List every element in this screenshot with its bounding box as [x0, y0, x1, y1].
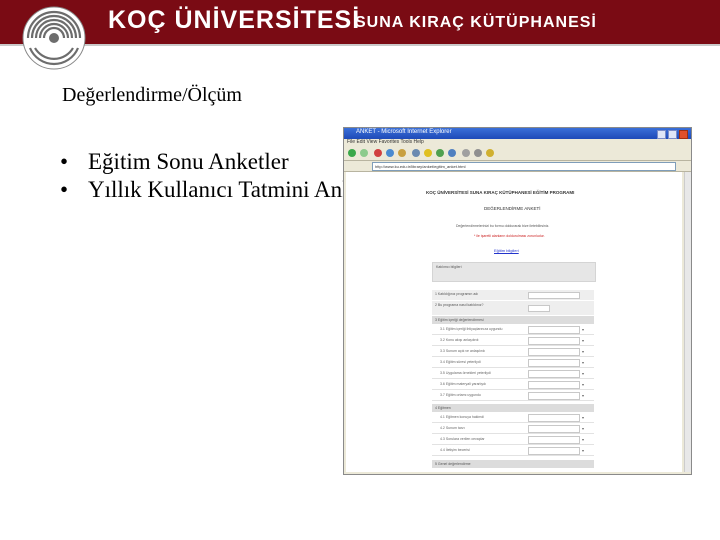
chevron-down-icon: ▾ — [582, 393, 585, 398]
rating-label: 4.1 Eğitmen konuya hakimdi — [440, 415, 484, 419]
rating-label: 3.5 Uygulama örnekleri yeterliydi — [440, 371, 491, 375]
favorites-icon — [424, 149, 432, 157]
rating-select — [528, 436, 580, 444]
maximize-icon — [668, 130, 677, 139]
rating-row: 4.4 İletişim becerisi ▾ — [432, 446, 594, 456]
question-row: 1 Katıldığınız programın adı — [432, 290, 594, 300]
university-logo-icon — [22, 6, 86, 70]
rating-select — [528, 337, 580, 345]
section-header: 3 Eğitim içeriği değerlendirmesi — [432, 316, 594, 324]
address-field: http://www.ku.edu.tr/library/anket/egiti… — [372, 162, 676, 171]
form-note: Değerlendirmelerinizi bu formu doldurara… — [456, 224, 550, 228]
browser-screenshot: ANKET - Microsoft Internet Explorer File… — [343, 127, 692, 475]
form-subtitle: DEĞERLENDİRME ANKETİ — [484, 206, 541, 211]
slide-title: Değerlendirme/Ölçüm — [62, 84, 242, 106]
browser-toolbar — [344, 146, 691, 161]
rating-row: 3.5 Uygulama örnekleri yeterliydi ▾ — [432, 369, 594, 379]
rating-label: 3.4 Eğitim süresi yeterliydi — [440, 360, 481, 364]
question-row: 2 Bu programa nasıl katıldınız? — [432, 301, 594, 315]
stop-icon — [374, 149, 382, 157]
rating-label: 3.6 Eğitim materyali yararlıydı — [440, 382, 487, 386]
chevron-down-icon: ▾ — [582, 360, 585, 365]
section-header: 4 Eğitmen — [432, 404, 594, 412]
search-icon — [412, 149, 420, 157]
chevron-down-icon: ▾ — [582, 338, 585, 343]
section-label: 3 Eğitim içeriği değerlendirmesi — [435, 318, 484, 322]
rating-label: 4.4 İletişim becerisi — [440, 448, 470, 452]
chevron-down-icon: ▾ — [582, 415, 585, 420]
rating-row: 4.2 Sunum tarzı ▾ — [432, 424, 594, 434]
rating-select — [528, 425, 580, 433]
scrollbar — [684, 172, 691, 472]
chevron-down-icon: ▾ — [582, 327, 585, 332]
participant-panel: Katılımcı bilgileri — [432, 262, 596, 282]
window-buttons — [657, 130, 688, 139]
rating-label: 4.3 Sorulara verilen cevaplar — [440, 437, 485, 441]
question-select — [528, 305, 550, 312]
section-header: 5 Genel değerlendirme — [432, 460, 594, 468]
rating-row: 3.6 Eğitim materyali yararlıydı ▾ — [432, 380, 594, 390]
rating-select — [528, 348, 580, 356]
back-icon — [348, 149, 356, 157]
question-label: 1 Katıldığınız programın adı — [435, 292, 479, 296]
rating-select — [528, 370, 580, 378]
rating-row: 3.4 Eğitim süresi yeterliydi ▾ — [432, 358, 594, 368]
rating-row: 3.3 Sunum açık ve anlaşılırdı ▾ — [432, 347, 594, 357]
section-label: 4 Eğitmen — [435, 406, 451, 410]
chevron-down-icon: ▾ — [582, 371, 585, 376]
window-title: ANKET - Microsoft Internet Explorer — [356, 129, 452, 135]
page-content: KOÇ ÜNİVERSİTESİ SUNA KIRAÇ KÜTÜPHANESİ … — [346, 172, 682, 472]
question-label: 2 Bu programa nasıl katıldınız? — [435, 303, 484, 307]
chevron-down-icon: ▾ — [582, 437, 585, 442]
form-link: Eğitim bilgileri — [494, 248, 519, 253]
rating-label: 3.1 Eğitim içeriği ihtiyaçlarınıza uygun… — [440, 327, 503, 331]
rating-label: 4.2 Sunum tarzı — [440, 426, 465, 430]
rating-select — [528, 392, 580, 400]
form-required-note: * ile işaretli alanların doldurulması zo… — [474, 234, 545, 238]
library-name: SUNA KIRAÇ KÜTÜPHANESİ — [355, 14, 597, 31]
rating-select — [528, 381, 580, 389]
rating-label: 3.7 Eğitim ortamı uygundu — [440, 393, 481, 397]
participant-label: Katılımcı bilgileri — [436, 265, 462, 269]
media-icon — [436, 149, 444, 157]
history-icon — [448, 149, 456, 157]
rating-row: 3.2 Konu akışı anlaşılırdı ▾ — [432, 336, 594, 346]
edit-icon — [486, 149, 494, 157]
address-bar: http://www.ku.edu.tr/library/anket/egiti… — [344, 161, 691, 172]
browser-menubar: File Edit View Favorites Tools Help — [347, 139, 424, 145]
rating-label: 3.3 Sunum açık ve anlaşılırdı — [440, 349, 486, 353]
rating-row: 4.3 Sorulara verilen cevaplar ▾ — [432, 435, 594, 445]
forward-icon — [360, 149, 368, 157]
rating-select — [528, 414, 580, 422]
chevron-down-icon: ▾ — [582, 448, 585, 453]
section-label: 5 Genel değerlendirme — [435, 462, 471, 466]
rating-row: 3.7 Eğitim ortamı uygundu ▾ — [432, 391, 594, 401]
chevron-down-icon: ▾ — [582, 349, 585, 354]
print-icon — [474, 149, 482, 157]
close-icon — [679, 130, 688, 139]
browser-titlebar: ANKET - Microsoft Internet Explorer — [344, 128, 691, 139]
rating-select — [528, 359, 580, 367]
rating-select — [528, 326, 580, 334]
refresh-icon — [386, 149, 394, 157]
question-select — [528, 292, 580, 299]
minimize-icon — [657, 130, 666, 139]
rating-label: 3.2 Konu akışı anlaşılırdı — [440, 338, 479, 342]
chevron-down-icon: ▾ — [582, 382, 585, 387]
form-title: KOÇ ÜNİVERSİTESİ SUNA KIRAÇ KÜTÜPHANESİ … — [426, 190, 575, 195]
rating-row: 3.1 Eğitim içeriği ihtiyaçlarınıza uygun… — [432, 325, 594, 335]
home-icon — [398, 149, 406, 157]
mail-icon — [462, 149, 470, 157]
rating-row: 4.1 Eğitmen konuya hakimdi ▾ — [432, 413, 594, 423]
chevron-down-icon: ▾ — [582, 426, 585, 431]
header-divider — [0, 44, 720, 46]
rating-select — [528, 447, 580, 455]
university-name: KOÇ ÜNİVERSİTESİ — [108, 6, 361, 34]
